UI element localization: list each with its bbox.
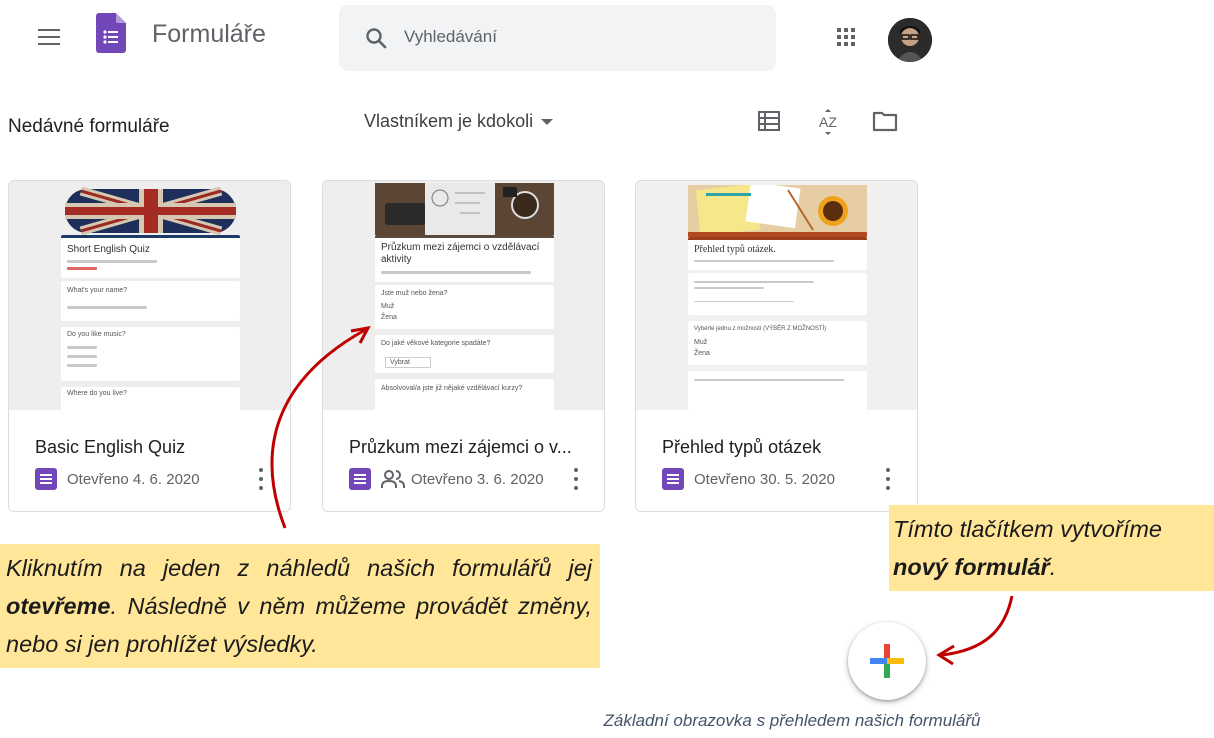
preview-question: Where do you live? [67,390,127,397]
shared-people-icon [381,470,405,488]
forms-icon [35,468,57,490]
form-card-prehled-typu-otazek[interactable]: Přehled typů otázek. Vyberte jednu z mož… [635,180,918,512]
avatar[interactable] [888,18,932,62]
apps-grid-icon[interactable] [836,27,856,47]
plus-icon [870,644,904,678]
app-title[interactable]: Formuláře [152,20,266,49]
preview-form-title: Přehled typů otázek. [694,244,776,255]
section-title: Nedávné formuláře [8,116,170,137]
preview-dropdown: Vybrat [385,357,431,368]
owner-filter-label: Vlastníkem je kdokoli [364,111,534,131]
opened-date: Otevřeno 30. 5. 2020 [694,470,835,488]
folder-icon[interactable] [872,110,898,132]
preview-option: Muž [694,339,708,346]
preview-form-title: Short English Quiz [67,244,150,255]
form-preview: Průzkum mezi zájemci o vzdělávací aktivi… [323,181,604,410]
opened-date: Otevřeno 4. 6. 2020 [67,470,200,488]
form-card-pruzkum[interactable]: Průzkum mezi zájemci o vzdělávací aktivi… [322,180,605,512]
more-options-icon[interactable] [885,468,891,490]
more-options-icon[interactable] [258,468,264,490]
preview-option: Muž [381,303,395,310]
open-note-bold: otevřeme [6,593,111,619]
preview-question: Jste muž nebo žena? [381,290,448,297]
preview-question: Absolvoval/a jste již nějaké vzdělávací … [381,385,523,392]
form-preview: Přehled typů otázek. Vyberte jednu z mož… [636,181,917,410]
sort-az-icon[interactable]: AZ [814,108,842,136]
new-form-note: Tímto tlačítkem vytvoříme nový formulář. [889,505,1214,591]
more-options-icon[interactable] [573,468,579,490]
main-menu-icon[interactable] [38,29,60,49]
search-icon[interactable] [364,26,388,50]
open-note-text: Kliknutím na jeden z náhledů našich form… [6,555,592,581]
office-desk-header-icon [375,183,554,235]
form-preview: Short English Quiz What's your name? Do … [9,181,290,410]
sort-label: AZ [819,114,837,130]
preview-question: What's your name? [67,287,128,294]
forms-icon [662,468,684,490]
user-avatar-icon [888,18,932,62]
preview-option: Žena [694,350,710,357]
new-note-text: Tímto tlačítkem vytvoříme [893,516,1162,542]
preview-question: Vyberte jednu z možností (VÝBĚR Z MOŽNOS… [694,326,827,332]
open-form-note: Kliknutím na jeden z náhledů našich form… [0,544,600,668]
owner-filter-dropdown[interactable]: Vlastníkem je kdokoli [364,111,554,132]
preview-question: Do you like music? [67,331,126,338]
preview-form-title: Průzkum mezi zájemci o vzdělávací aktivi… [381,242,540,265]
form-card-title: Průzkum mezi zájemci o v... [349,437,572,457]
notebook-coffee-header-icon [688,181,867,237]
new-form-button[interactable] [848,622,926,700]
new-note-text-end: . [1049,554,1057,580]
forms-logo-icon [96,13,126,53]
form-card-title: Přehled typů otázek [662,437,822,457]
preview-option: Žena [381,314,397,321]
dropdown-caret-icon [541,119,554,126]
list-view-icon[interactable] [758,111,780,131]
search-input[interactable] [404,23,744,51]
forms-icon [349,468,371,490]
opened-date: Otevřeno 3. 6. 2020 [411,470,544,488]
arrow-to-fab-icon [941,595,1014,657]
union-jack-header-icon [65,186,236,236]
form-card-basic-english-quiz[interactable]: Short English Quiz What's your name? Do … [8,180,291,512]
figure-caption: Základní obrazovka s přehledem našich fo… [603,711,981,730]
preview-question: Do jaké věkové kategorie spadáte? [381,340,491,347]
new-note-bold: nový formulář [893,554,1050,580]
form-card-title: Basic English Quiz [35,437,186,457]
